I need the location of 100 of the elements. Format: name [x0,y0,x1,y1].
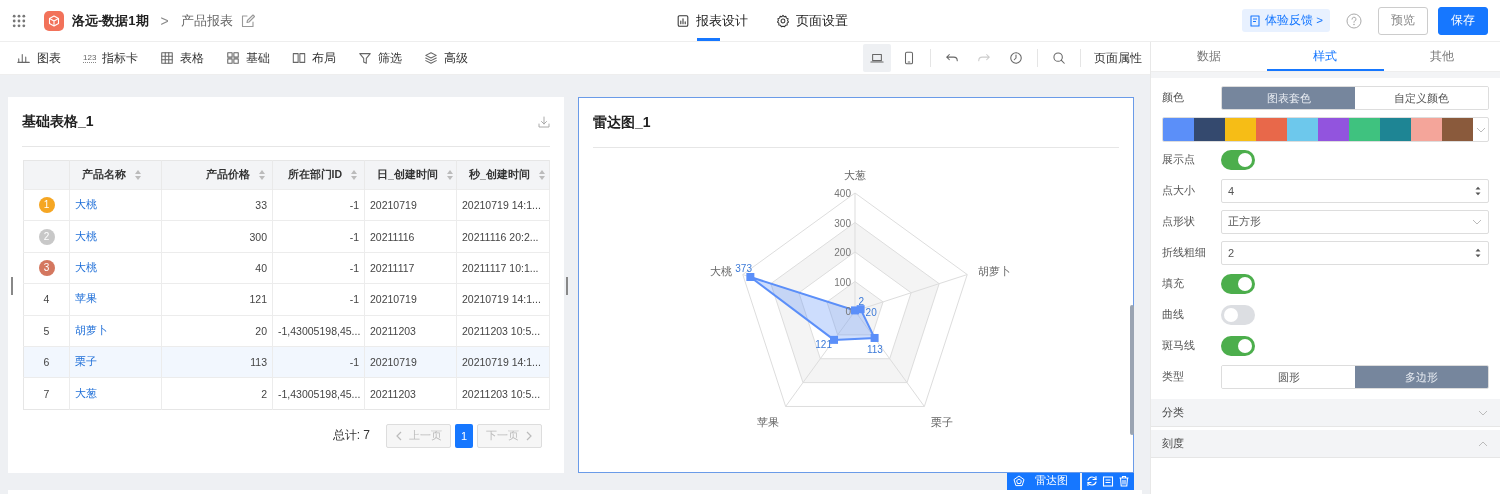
data-point[interactable] [830,335,838,344]
refresh-icon[interactable] [1086,475,1098,487]
product-link[interactable]: 大葱 [75,386,97,399]
category-label: 胡萝卜 [978,264,1012,277]
toolbar-item[interactable]: 图表 [17,50,61,66]
data-point[interactable] [870,333,879,342]
data-point[interactable] [746,273,755,281]
table-cell: 20210719 14:1... [462,356,541,369]
table-row[interactable]: 1 大桃 33 -1 20210719 20210719 14:1... [23,189,550,221]
sort-icon[interactable] [537,169,546,182]
feedback-button[interactable]: 体验反馈 > [1242,9,1330,32]
panel-tab[interactable]: 数据 [1151,42,1268,71]
column-header: 日_创建时间 [364,160,457,190]
setting-label: 斑马线 [1162,338,1196,353]
table-row[interactable]: 4 苹果 121 -1 20210719 20210719 14:1... [23,283,550,316]
card-title: 基础表格_1 [22,112,94,131]
save-button[interactable]: 保存 [1438,6,1488,35]
toggle-switch[interactable] [1221,304,1255,325]
apps-menu-icon [12,13,26,28]
stepper-icon [1474,185,1482,196]
laptop-icon[interactable] [870,51,884,65]
table-cell: 20211116 20:2... [462,230,539,243]
resize-handle[interactable] [11,277,13,295]
bar-chart-icon [17,51,31,65]
product-link[interactable]: 大桃 [75,260,97,273]
page-tab[interactable]: 页面设置 [776,0,848,41]
product-link[interactable]: 苹果 [75,292,97,305]
table-cell: 20211203 [370,324,416,337]
breadcrumb-separator: > [159,12,170,29]
product-link[interactable]: 大桃 [75,229,97,242]
resize-handle[interactable] [566,277,568,295]
product-link[interactable]: 大桃 [75,198,97,211]
toolbar-item[interactable]: 布局 [292,50,337,66]
column-header: 产品价格 [161,160,273,190]
table-cell: 20210719 14:1... [462,199,541,212]
table-row[interactable]: 3 大桃 40 -1 20211117 20211117 10:1... [23,252,550,284]
table-cell: 300 [249,230,267,243]
chart-card[interactable]: 雷达图_1 大葱 400 300 200 大桃 373 胡萝卜 100 2 0 20 121 113 苹果 栗子 [578,97,1134,473]
data-label: 20 [865,307,877,319]
report-icon [676,13,690,28]
axis-tick-label: 100 [834,276,851,288]
column-header: 所在部门ID [272,160,365,190]
category-label: 栗子 [931,416,954,428]
row-number: 7 [43,387,50,400]
number-field[interactable]: 4 [1221,178,1489,203]
preview-button[interactable]: 预览 [1378,6,1428,35]
project-name[interactable]: 洛远-数据1期 [72,11,149,30]
axis-tick-label: 400 [834,188,851,199]
report-name: 产品报表 [180,11,233,30]
sort-icon[interactable] [350,169,358,182]
radar-icon [1013,475,1025,487]
table-row[interactable]: 6 栗子 113 -1 20210719 20210719 14:1... [23,346,550,378]
search-icon[interactable] [1052,51,1066,65]
table-row[interactable]: 7 大葱 2 -1,43005198,45... 20211203 20211203 10:5... [23,377,550,410]
help-icon[interactable] [1346,12,1362,29]
filter-icon [358,51,373,65]
table-cell: -1 [349,230,359,243]
edit-icon[interactable] [240,13,255,28]
table-cell: 20211116 [370,230,415,243]
axis-tick-label: 300 [834,217,851,229]
select-field[interactable]: 正方形 [1221,209,1489,234]
toolbar-item[interactable]: 高级 [424,50,469,66]
scrollbar-thumb[interactable] [1130,305,1134,435]
table-cell: 113 [250,356,267,369]
copy-icon[interactable] [1102,475,1114,487]
table-cell: 20210719 [370,293,417,306]
section-header[interactable]: 分类 [1151,399,1500,427]
delete-icon[interactable] [1118,475,1130,487]
sort-icon[interactable] [134,169,142,182]
toolbar-item[interactable]: 表格 [160,50,205,66]
blocks-icon [226,51,241,65]
chevron-right-icon [525,430,533,441]
sort-icon[interactable] [258,169,266,182]
product-link[interactable]: 胡萝卜 [75,323,108,336]
data-point[interactable] [856,305,865,314]
table-cell: 121 [249,293,267,306]
stepper-icon [1474,247,1482,258]
setting-label: 点形状 [1162,214,1196,229]
download-icon[interactable] [538,115,550,128]
toggle-switch[interactable] [1221,273,1255,294]
toggle-switch[interactable] [1221,335,1255,356]
row-number: 4 [43,293,50,306]
toolbar-item[interactable]: 基础 [226,50,271,66]
section-header[interactable]: 刻度 [1151,430,1500,458]
page-properties-button[interactable]: 页面属性 [1088,50,1142,66]
sort-icon[interactable] [445,169,454,182]
clock-icon[interactable] [1009,51,1023,65]
page-tab[interactable]: 报表设计 [676,0,748,41]
product-link[interactable]: 栗子 [75,355,97,368]
color-palette-select[interactable] [1162,117,1489,142]
number-field[interactable]: 2 [1221,240,1489,265]
page-number-button[interactable]: 1 [455,423,473,448]
table-cell: -1 [349,293,359,306]
panel-tab[interactable]: 其他 [1383,42,1500,71]
toolbar-item[interactable]: 筛选 [358,50,403,66]
table-cell: 20211203 [370,387,416,400]
toolbar-item[interactable]: 123 指标卡 [83,50,139,66]
feedback-icon [1249,14,1262,27]
phone-icon[interactable] [902,51,916,65]
toggle-switch[interactable] [1221,149,1255,170]
